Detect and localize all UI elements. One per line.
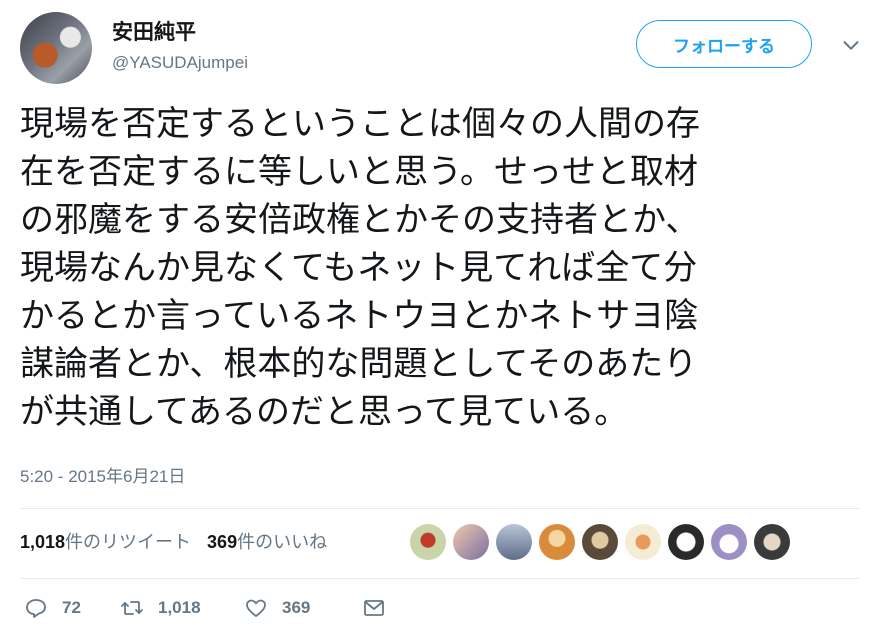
tweet-line: 在を否定するに等しいと思う。せっせと取材	[20, 152, 698, 192]
tweet-line: 現場なんか見なくてもネット見てれば全て分	[20, 248, 698, 288]
liker-avatar[interactable]	[539, 524, 575, 560]
tweet-line: 謀論者とか、根本的な問題としてそのあたり	[20, 344, 698, 384]
engagement-stats: 1,018件のリツイート 369件のいいね	[20, 528, 327, 554]
tweet-timestamp[interactable]: 5:20 - 2015年6月21日	[20, 462, 185, 487]
retweet-button[interactable]: 1,018	[120, 596, 244, 620]
reply-icon	[26, 599, 46, 618]
heart-icon	[246, 599, 266, 617]
chevron-down-icon[interactable]	[840, 34, 862, 56]
likes-label: 件のいいね	[237, 532, 328, 553]
likes-count: 369	[207, 532, 238, 552]
reply-button[interactable]: 72	[24, 596, 120, 620]
liker-avatar[interactable]	[668, 524, 704, 560]
liker-avatar[interactable]	[410, 524, 446, 560]
liker-avatar[interactable]	[496, 524, 532, 560]
reply-count: 72	[62, 598, 81, 617]
liker-avatar[interactable]	[754, 524, 790, 560]
tweet-text: 現場を否定するということは個々の人間の存 在を否定するに等しいと思う。せっせと取…	[20, 100, 860, 436]
tweet-actions: 72 1,018 369	[24, 596, 386, 620]
tweet-line: 現場を否定するということは個々の人間の存	[20, 104, 700, 144]
retweet-count: 1,018	[158, 598, 201, 617]
liker-avatars	[410, 524, 790, 560]
tweet-line: の邪魔をする安倍政権とかその支持者とか、	[20, 200, 700, 240]
like-count: 369	[282, 598, 311, 617]
author-name[interactable]: 安田純平	[112, 16, 196, 46]
tweet-line: かるとか言っているネトウヨとかネトサヨ陰	[20, 296, 699, 336]
like-button[interactable]: 369	[244, 596, 362, 620]
liker-avatar[interactable]	[453, 524, 489, 560]
retweets-count: 1,018	[20, 532, 66, 552]
divider-top	[20, 508, 860, 509]
envelope-icon	[364, 600, 384, 616]
retweets-label: 件のリツイート	[65, 532, 192, 553]
liker-avatar[interactable]	[582, 524, 618, 560]
liker-avatar[interactable]	[625, 524, 661, 560]
retweets-stat[interactable]: 1,018件のリツイート	[20, 528, 191, 554]
follow-button[interactable]: フォローする	[636, 20, 812, 68]
retweet-icon	[121, 601, 143, 615]
tweet-line: が共通してあるのだと思って見ている。	[20, 392, 629, 432]
likes-stat[interactable]: 369件のいいね	[207, 528, 327, 554]
direct-message-button[interactable]	[362, 596, 386, 620]
divider-bottom	[20, 578, 860, 579]
author-avatar[interactable]	[20, 12, 92, 84]
liker-avatar[interactable]	[711, 524, 747, 560]
author-handle[interactable]: @YASUDAjumpei	[112, 53, 248, 73]
